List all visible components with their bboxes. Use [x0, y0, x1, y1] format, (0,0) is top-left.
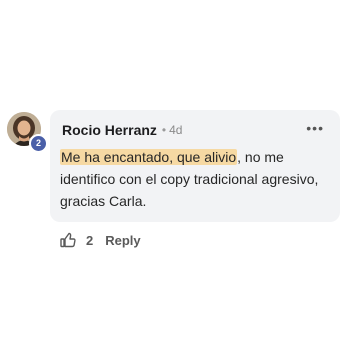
- author-avatar[interactable]: 2: [7, 112, 48, 153]
- comment-header: Rocio Herranz • 4d: [62, 122, 182, 138]
- thumbs-up-icon[interactable]: [60, 232, 76, 248]
- highlighted-text: Me ha encantado, que alivio: [60, 149, 238, 165]
- header-separator: •: [161, 123, 167, 137]
- comment-text: Me ha encantado, que alivio, no me ident…: [60, 146, 332, 212]
- more-options-icon[interactable]: •••: [306, 121, 324, 135]
- notification-badge: 2: [29, 134, 48, 153]
- reply-button[interactable]: Reply: [105, 233, 140, 248]
- comment-timestamp[interactable]: 4d: [169, 123, 182, 137]
- like-count: 2: [86, 232, 94, 248]
- author-name[interactable]: Rocio Herranz: [62, 122, 157, 138]
- comment-bubble: Rocio Herranz • 4d ••• Me ha encantado, …: [50, 110, 340, 222]
- comment-thread: 2 Rocio Herranz • 4d ••• Me ha encantado…: [0, 0, 354, 354]
- comment-actions: 2 Reply: [60, 232, 141, 248]
